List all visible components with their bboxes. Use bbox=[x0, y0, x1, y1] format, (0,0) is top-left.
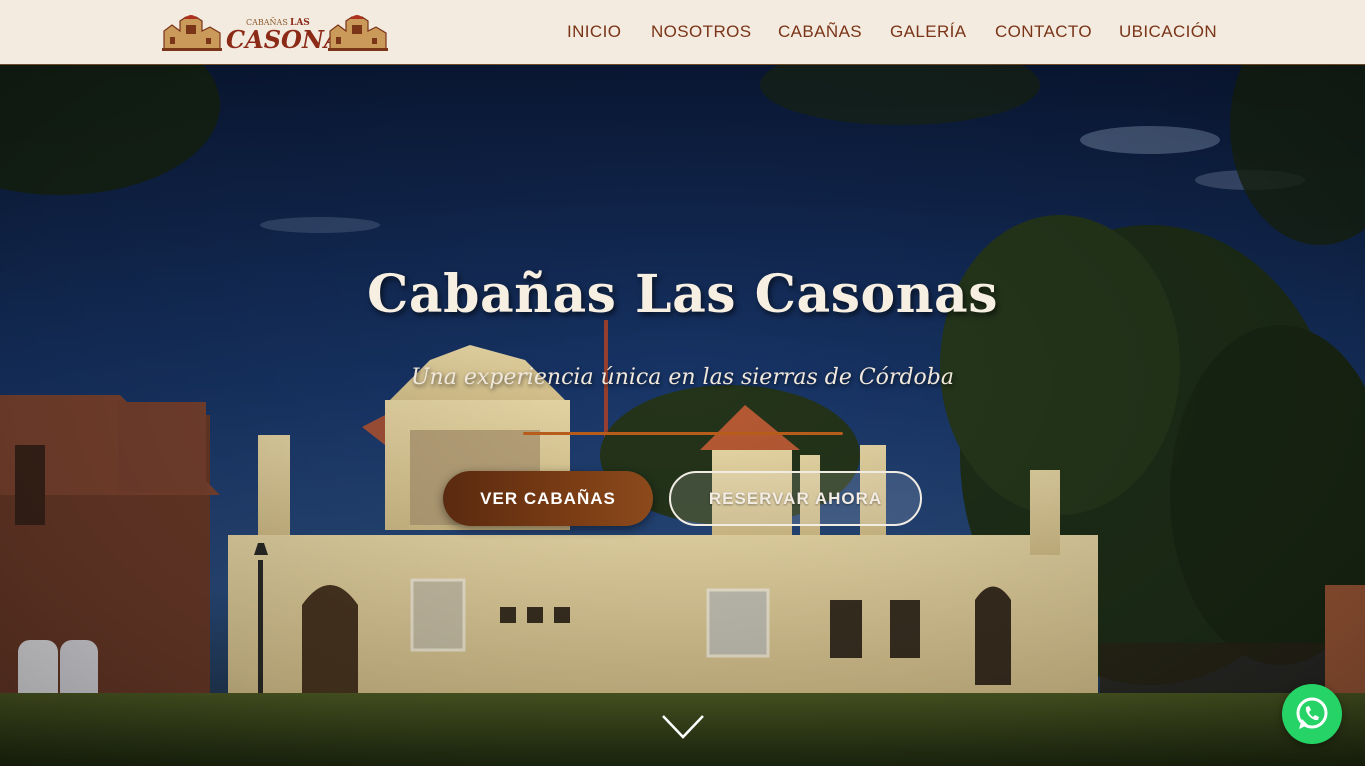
whatsapp-button[interactable] bbox=[1282, 684, 1342, 744]
brand-logo[interactable]: CABAÑAS LAS CASONAS bbox=[162, 11, 388, 53]
hero-section: Cabañas Las Casonas Una experiencia únic… bbox=[0, 65, 1365, 766]
hero-overlay bbox=[0, 65, 1365, 766]
hero-divider bbox=[523, 432, 843, 435]
logo-house-left-icon bbox=[162, 15, 222, 51]
whatsapp-icon bbox=[1296, 697, 1328, 729]
nav-item-nosotros[interactable]: NOSOTROS bbox=[651, 22, 752, 42]
nav-item-inicio[interactable]: INICIO bbox=[567, 22, 621, 42]
book-now-button[interactable]: RESERVAR AHORA bbox=[669, 471, 922, 526]
site-header: CABAÑAS LAS CASONAS INICIO NOSOTROS CABA… bbox=[0, 0, 1365, 65]
nav-item-galeria[interactable]: GALERÍA bbox=[890, 22, 967, 42]
nav-item-ubicacion[interactable]: UBICACIÓN bbox=[1119, 22, 1217, 42]
hero-title: Cabañas Las Casonas bbox=[367, 264, 998, 325]
nav-item-contacto[interactable]: CONTACTO bbox=[995, 22, 1092, 42]
view-cabins-button[interactable]: VER CABAÑAS bbox=[443, 471, 653, 526]
nav-item-cabanas[interactable]: CABAÑAS bbox=[778, 22, 862, 42]
hero-subtitle: Una experiencia única en las sierras de … bbox=[411, 365, 954, 390]
chevron-down-icon[interactable] bbox=[661, 713, 705, 741]
logo-house-right-icon bbox=[328, 15, 388, 51]
